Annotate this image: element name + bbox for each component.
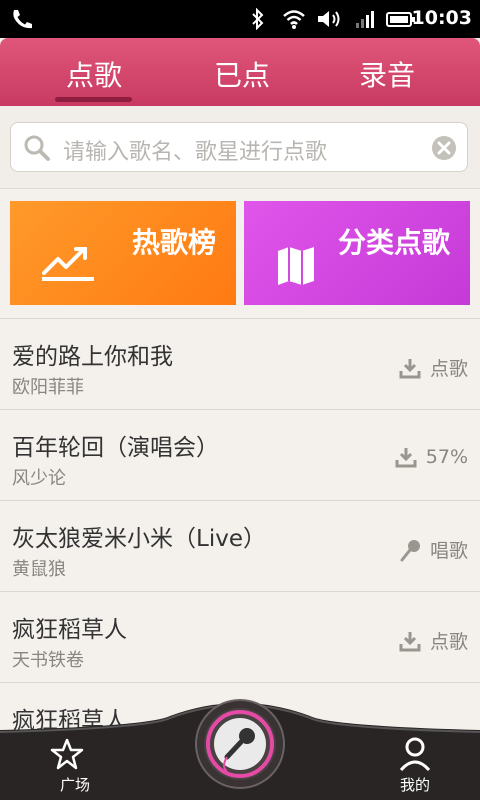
list-item[interactable]: 百年轮回（演唱会） 风少论 57% (0, 409, 480, 500)
list-item[interactable]: 疯狂稻草人 天书铁卷 点歌 (0, 591, 480, 682)
tab-diange[interactable]: 点歌 (14, 54, 174, 94)
list-item[interactable]: 爱的路上你和我 欧阳菲菲 点歌 (0, 318, 480, 409)
song-title: 爱的路上你和我 (12, 344, 173, 370)
tab-label: 录音 (358, 59, 415, 92)
search-area: 请输入歌名、歌星进行点歌 (0, 106, 480, 189)
tab-luyin[interactable]: 录音 (307, 54, 467, 94)
sing-button[interactable]: 唱歌 (398, 536, 468, 563)
nav-mine[interactable]: 我的 (340, 712, 480, 800)
category-songs-label: 分类点歌 (337, 226, 450, 259)
song-artist: 黄鼠狼 (12, 559, 66, 580)
progress-percent: 57% (425, 446, 468, 468)
song-artist: 风少论 (12, 468, 66, 489)
nav-plaza[interactable]: 广场 (0, 712, 150, 800)
song-title: 灰太狼爱米小米（Live） (12, 526, 266, 552)
search-placeholder: 请输入歌名、歌星进行点歌 (63, 140, 328, 165)
trending-chart-icon (42, 247, 94, 281)
volume-icon (318, 11, 340, 27)
signal-icon (356, 11, 374, 28)
wifi-icon (283, 10, 305, 29)
hot-songs-label: 热歌榜 (131, 226, 216, 259)
microphone-icon (400, 539, 420, 561)
clear-icon[interactable] (431, 135, 457, 161)
tab-yidian[interactable]: 已点 (162, 54, 322, 94)
microphone-icon (204, 708, 276, 780)
action-label: 唱歌 (429, 540, 468, 562)
list-item[interactable]: 灰太狼爱米小米（Live） 黄鼠狼 唱歌 (0, 500, 480, 591)
bluetooth-icon (252, 8, 264, 30)
map-icon (278, 247, 314, 285)
nav-plaza-label: 广场 (59, 776, 90, 794)
user-icon (399, 737, 431, 772)
tab-label: 已点 (213, 59, 270, 92)
action-label: 点歌 (429, 358, 468, 380)
status-bar: 10:03 (0, 0, 480, 38)
song-artist: 欧阳菲菲 (12, 377, 84, 398)
download-icon (399, 631, 421, 651)
active-tab-indicator (55, 97, 132, 102)
tab-label: 点歌 (65, 59, 122, 92)
song-artist: 天书铁卷 (12, 650, 84, 671)
search-input[interactable]: 请输入歌名、歌星进行点歌 (10, 122, 468, 172)
hot-songs-tile[interactable]: 热歌榜 (10, 201, 236, 305)
download-button[interactable]: 点歌 (398, 627, 468, 654)
mic-button[interactable] (197, 701, 283, 787)
phone-icon (13, 10, 33, 29)
download-button[interactable]: 点歌 (398, 354, 468, 381)
download-icon (395, 448, 417, 468)
song-title: 百年轮回（演唱会） (12, 435, 219, 461)
song-title: 疯狂稻草人 (12, 617, 127, 643)
download-icon (399, 358, 421, 378)
action-label: 点歌 (429, 631, 468, 653)
star-icon (50, 738, 84, 770)
clock: 10:03 (411, 7, 472, 29)
download-progress[interactable]: 57% (394, 445, 468, 469)
tab-header: 点歌 已点 录音 (0, 38, 480, 106)
category-songs-tile[interactable]: 分类点歌 (244, 201, 470, 305)
nav-mine-label: 我的 (399, 776, 430, 794)
search-icon (24, 135, 50, 161)
